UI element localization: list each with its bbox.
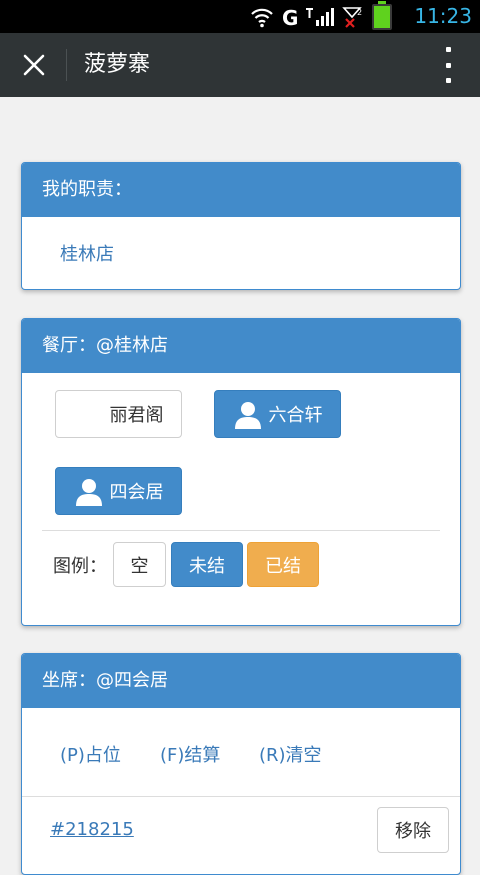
more-menu-button[interactable]	[438, 47, 458, 83]
legend-unsettled: 未结	[171, 542, 243, 587]
room-label: 丽君阁	[109, 405, 164, 426]
store-link[interactable]: 桂林店	[60, 240, 114, 266]
clear-action[interactable]: (R)清空	[259, 741, 322, 767]
title-divider	[66, 49, 67, 81]
room-button-sihuiju[interactable]: 四会居	[55, 467, 182, 515]
status-icons: G 2	[250, 0, 392, 30]
settle-action[interactable]: (F)结算	[160, 741, 220, 767]
legend-label: 图例：	[53, 556, 107, 577]
divider	[42, 530, 440, 531]
page-title: 菠萝寨	[84, 52, 151, 77]
order-link[interactable]: #218215	[50, 819, 134, 840]
status-time: 11:23	[414, 4, 472, 28]
restaurant-panel-heading: 餐厅：@桂林店	[22, 319, 460, 373]
title-bar: 菠萝寨	[0, 33, 480, 97]
status-bar: G 2 11:23	[0, 0, 480, 33]
user-avatar-icon	[234, 402, 261, 429]
restaurant-panel: 餐厅：@桂林店 丽君阁 六合轩 四会居 图例： 空 未结 已结	[21, 318, 461, 626]
seat-panel: 坐席：@四会居 (P)占位 (F)结算 (R)清空 #218215 移除	[21, 653, 461, 875]
occupy-action[interactable]: (P)占位	[60, 741, 121, 767]
legend-settled: 已结	[247, 542, 319, 587]
room-button-liuhexuan[interactable]: 六合轩	[214, 390, 341, 438]
room-label: 四会居	[109, 482, 164, 503]
remove-button[interactable]: 移除	[377, 807, 449, 853]
svg-text:2: 2	[357, 8, 362, 17]
svg-text:G: G	[282, 6, 298, 28]
signal-bars-icon	[306, 7, 334, 26]
user-avatar-icon	[75, 479, 102, 506]
close-button[interactable]	[14, 45, 54, 85]
close-icon	[23, 54, 45, 76]
battery-icon	[372, 0, 392, 30]
signal-g-icon: G	[282, 6, 298, 28]
more-vert-icon	[445, 47, 451, 52]
seat-panel-heading: 坐席：@四会居	[22, 654, 460, 708]
table-row: #218215 移除	[22, 796, 460, 867]
legend-empty: 空	[113, 542, 166, 587]
duty-panel: 我的职责： 桂林店	[21, 162, 461, 290]
room-label: 六合轩	[268, 405, 323, 426]
duty-panel-heading: 我的职责：	[22, 163, 460, 217]
no-signal-icon: 2	[342, 6, 362, 28]
room-button-lijunge[interactable]: 丽君阁	[55, 390, 182, 438]
wifi-icon	[251, 8, 273, 27]
